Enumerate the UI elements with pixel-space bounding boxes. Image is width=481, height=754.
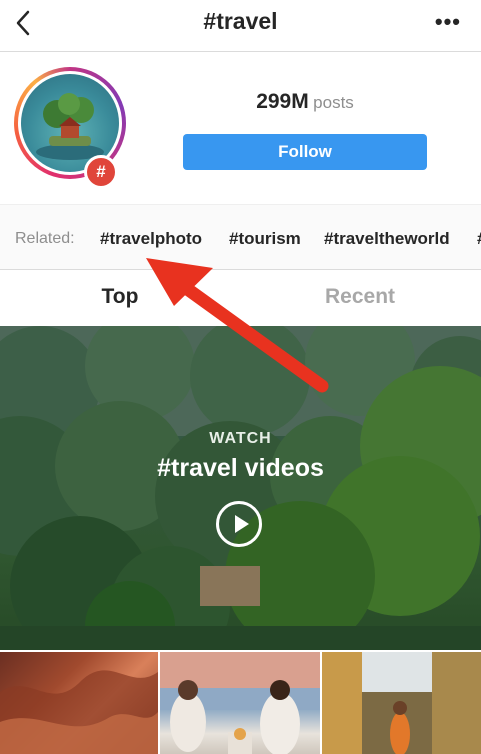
tab-top[interactable]: Top bbox=[0, 285, 240, 309]
related-tag-traveltheworld[interactable]: #traveltheworld bbox=[324, 229, 450, 249]
related-label: Related: bbox=[15, 230, 75, 247]
watch-eyebrow: WATCH bbox=[209, 430, 272, 447]
travel-videos-card[interactable]: WATCH #travel videos bbox=[0, 326, 481, 650]
related-tag-travelphoto[interactable]: #travelphoto bbox=[100, 229, 202, 249]
travel-videos-title: #travel videos bbox=[157, 454, 324, 482]
more-icon[interactable]: ••• bbox=[435, 9, 461, 35]
post-thumbnail-sunset[interactable] bbox=[160, 652, 320, 754]
post-count-value: 299M bbox=[256, 90, 309, 113]
post-thumbnail-street[interactable] bbox=[322, 652, 481, 754]
related-tag-tourism[interactable]: #tourism bbox=[229, 229, 301, 249]
related-tag-partial[interactable]: # bbox=[477, 229, 481, 249]
play-icon[interactable] bbox=[216, 501, 262, 547]
hashtag-profile: # 299M posts Follow bbox=[0, 52, 481, 204]
post-grid bbox=[0, 652, 481, 754]
feed-tabs: Top Recent bbox=[0, 270, 481, 326]
post-count: 299M posts bbox=[183, 90, 427, 114]
page-title: #travel bbox=[203, 8, 278, 34]
follow-button[interactable]: Follow bbox=[183, 134, 427, 170]
post-count-label: posts bbox=[313, 93, 354, 112]
hashtag-icon: # bbox=[84, 155, 118, 189]
related-hashtags-strip: Related: #travelphoto #tourism #travelth… bbox=[0, 204, 481, 270]
top-nav-bar: #travel ••• bbox=[0, 0, 481, 52]
post-thumbnail-canyon[interactable] bbox=[0, 652, 158, 754]
tab-recent[interactable]: Recent bbox=[240, 285, 480, 309]
